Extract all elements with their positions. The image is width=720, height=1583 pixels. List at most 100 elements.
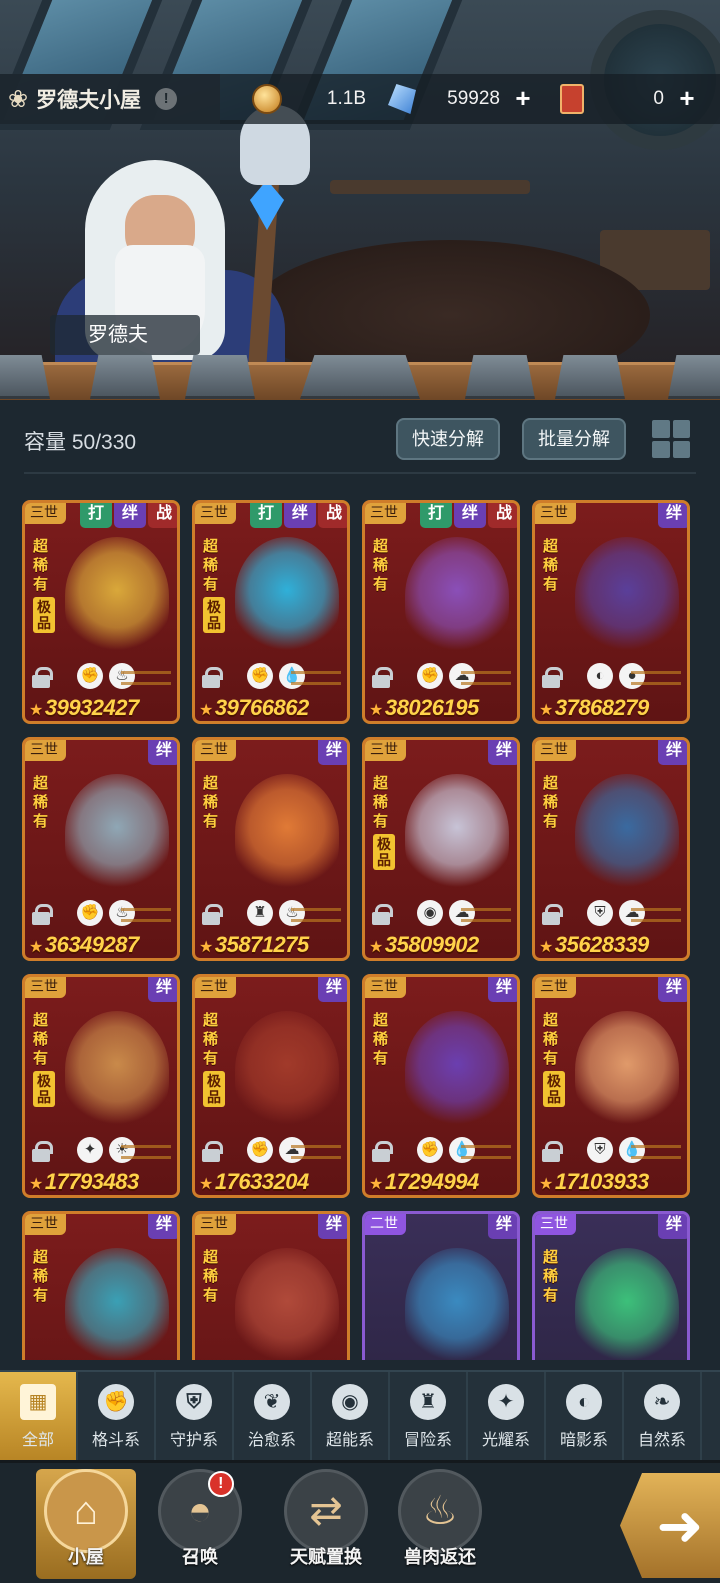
deco-pattern xyxy=(291,671,341,685)
generation-badge: 三世 xyxy=(365,503,406,524)
category-tab[interactable]: ◉ 超能系 xyxy=(312,1372,390,1462)
lock-icon[interactable] xyxy=(31,1141,53,1162)
generation-badge: 二世 xyxy=(365,1214,406,1235)
lock-icon[interactable] xyxy=(541,904,563,925)
pet-card[interactable]: 三世绊超稀有✊♨36349287 xyxy=(22,737,180,961)
generation-badge: 三世 xyxy=(365,977,406,998)
lock-icon[interactable] xyxy=(31,904,53,925)
card-tags: 打绊战 xyxy=(418,503,517,528)
category-tab[interactable]: ❦ 治愈系 xyxy=(234,1372,312,1462)
add-card-button[interactable]: + xyxy=(674,85,700,112)
category-tab[interactable]: ▦ 全部 xyxy=(0,1372,78,1462)
deco-pattern xyxy=(631,671,681,685)
category-tab[interactable]: ❧ 自然系 xyxy=(624,1372,702,1462)
generation-badge: 三世 xyxy=(25,977,66,998)
pet-card[interactable]: 三世绊超稀有✊💧17294994 xyxy=(362,974,520,1198)
lock-icon[interactable] xyxy=(31,667,53,688)
category-tab[interactable]: ✊ 格斗系 xyxy=(78,1372,156,1462)
category-tab[interactable]: ✦ 光耀系 xyxy=(468,1372,546,1462)
rarity-label: 超稀有 xyxy=(543,1249,559,1304)
power-value: 17793483 xyxy=(29,1169,139,1195)
card-tags: 绊 xyxy=(486,740,517,765)
meat-icon: ♨ xyxy=(398,1469,482,1553)
quality-badge: 极品 xyxy=(543,1071,565,1107)
quality-badge: 极品 xyxy=(33,597,55,633)
nav-item[interactable]: ◓ 召唤! xyxy=(150,1465,250,1579)
power-value: 35628339 xyxy=(539,932,649,958)
card-tags: 绊 xyxy=(316,1214,347,1239)
card-tags: 绊 xyxy=(146,1214,177,1239)
deco-pattern xyxy=(631,1145,681,1159)
card-ticket-icon xyxy=(560,84,584,114)
lock-icon[interactable] xyxy=(201,667,223,688)
power-value: 35809902 xyxy=(369,932,479,958)
lock-icon[interactable] xyxy=(541,1141,563,1162)
category-label: 超能系 xyxy=(325,1432,374,1449)
lock-icon[interactable] xyxy=(371,904,393,925)
nav-item[interactable]: ⇄ 天赋置换 xyxy=(268,1469,384,1579)
lock-icon[interactable] xyxy=(201,904,223,925)
category-tab[interactable]: ◐ 暗影系 xyxy=(546,1372,624,1462)
pet-card[interactable]: 三世 绊超稀有 xyxy=(192,1211,350,1360)
pet-card[interactable]: 三世打绊战超稀有✊☁38026195 xyxy=(362,500,520,724)
pet-card[interactable]: 三世绊超稀有极品⛨💧17103933 xyxy=(532,974,690,1198)
arrow-icon[interactable]: ➜ xyxy=(620,1473,720,1578)
pet-card[interactable]: 三世绊超稀有⛨☁35628339 xyxy=(532,737,690,961)
pet-portrait xyxy=(235,537,339,655)
trait-tag: 绊 xyxy=(318,977,347,1002)
rarity-label: 超稀有 xyxy=(203,775,219,830)
category-filter-bar: ▦ 全部 ✊ 格斗系 ⛨ 守护系 ❦ 治愈系 ◉ 超能系 ♜ 冒险系 ✦ 光耀系 ◐ 暗影系 ❧ 自然系 xyxy=(0,1370,720,1462)
category-label: 冒险系 xyxy=(403,1432,452,1449)
pet-card[interactable]: 三世绊超稀有♜♨35871275 xyxy=(192,737,350,961)
pet-card[interactable]: 三世 绊超稀有 xyxy=(22,1211,180,1360)
nav-label: 召唤 xyxy=(182,1547,218,1567)
card-tags: 绊 xyxy=(486,1214,517,1239)
category-tab[interactable]: ♜ 冒险系 xyxy=(390,1372,468,1462)
trait-tag: 绊 xyxy=(148,977,177,1002)
pet-card[interactable]: 三世绊超稀有极品✦☀17793483 xyxy=(22,974,180,1198)
rarity-label: 超稀有 xyxy=(373,1012,389,1067)
generation-badge: 三世 xyxy=(535,1214,576,1235)
pet-card[interactable]: 三世打绊战超稀有极品✊♨39932427 xyxy=(22,500,180,724)
grid-view-icon[interactable] xyxy=(652,420,690,458)
scene-banner: 罗德夫 ❀ 罗德夫小屋 ! 1.1B 59928 + 0 + xyxy=(0,0,720,400)
card-tags: 绊 xyxy=(146,740,177,765)
rarity-label: 超稀有 xyxy=(33,538,49,593)
pet-card[interactable]: 三世打绊战超稀有极品✊💧39766862 xyxy=(192,500,350,724)
shadow-icon: ◐ xyxy=(587,663,613,689)
deco-pattern xyxy=(461,671,511,685)
lock-icon[interactable] xyxy=(201,1141,223,1162)
category-tab[interactable]: ⛨ 守护系 xyxy=(156,1372,234,1462)
location-title: ❀ 罗德夫小屋 ! xyxy=(0,74,220,124)
nav-item[interactable]: ⌂ 小屋 xyxy=(36,1469,136,1579)
lantern-icon: ♜ xyxy=(410,1384,446,1420)
pet-card[interactable]: 二世 绊 xyxy=(362,1211,520,1360)
add-crystal-button[interactable]: + xyxy=(510,85,536,112)
pet-card[interactable]: 三世 绊超稀有 xyxy=(532,1211,690,1360)
lock-icon[interactable] xyxy=(371,1141,393,1162)
quality-badge: 极品 xyxy=(203,1071,225,1107)
rarity-label: 超稀有 xyxy=(33,1012,49,1067)
pet-card[interactable]: 三世绊超稀有极品◉☁35809902 xyxy=(362,737,520,961)
pet-card[interactable]: 三世绊超稀有极品✊☁17633204 xyxy=(192,974,350,1198)
nav-item[interactable]: ♨ 兽肉返还 xyxy=(382,1469,498,1579)
quick-decompose-button[interactable]: 快速分解 xyxy=(396,418,500,460)
pet-card[interactable]: 三世绊超稀有◐●37868279 xyxy=(532,500,690,724)
fist-icon: ✊ xyxy=(247,1137,273,1163)
batch-decompose-button[interactable]: 批量分解 xyxy=(522,418,626,460)
card-tags: 绊 xyxy=(656,503,687,528)
card-tags: 绊 xyxy=(656,740,687,765)
card-tags: 打绊战 xyxy=(78,503,177,528)
deco-pattern xyxy=(121,1145,171,1159)
category-label: 暗影系 xyxy=(559,1432,608,1449)
swap-icon: ⇄ xyxy=(284,1469,368,1553)
sparkle-icon: ✦ xyxy=(488,1384,524,1420)
trait-tag: 绊 xyxy=(114,503,146,528)
info-icon[interactable]: ! xyxy=(155,88,178,110)
eclipse-icon: ◐ xyxy=(566,1384,602,1420)
category-label: 守护系 xyxy=(169,1432,218,1449)
guard-icon: ⛨ xyxy=(587,1137,613,1163)
lock-icon[interactable] xyxy=(541,667,563,688)
generation-badge: 三世 xyxy=(535,740,576,761)
lock-icon[interactable] xyxy=(371,667,393,688)
